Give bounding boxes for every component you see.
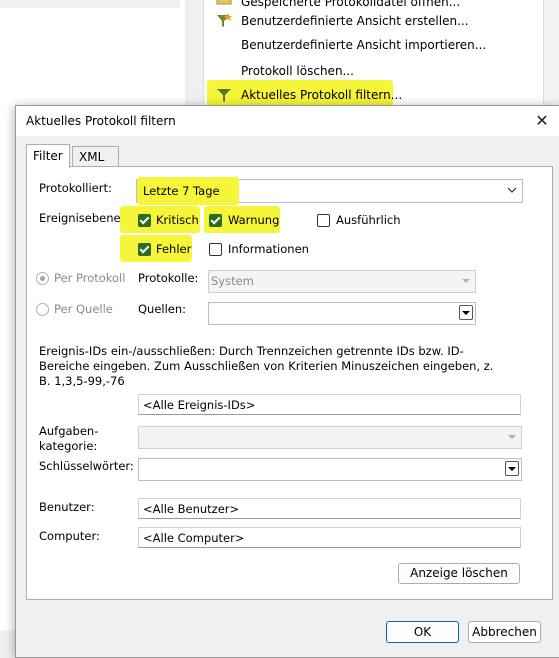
folder-icon bbox=[216, 0, 232, 6]
ausfuehrlich-checkbox[interactable] bbox=[317, 214, 330, 227]
informationen-label: Informationen bbox=[228, 242, 309, 256]
ausfuehrlich-label: Ausführlich bbox=[336, 213, 401, 227]
fehler-label: Fehler bbox=[156, 242, 192, 256]
quellen-dropdown[interactable] bbox=[208, 302, 476, 325]
per-quelle-radio[interactable] bbox=[36, 303, 49, 316]
chevron-down-icon bbox=[506, 184, 518, 199]
schluesselwoerter-dropdown[interactable] bbox=[138, 458, 522, 481]
aufgabenkategorie-dropdown[interactable] bbox=[138, 426, 522, 449]
aufgabenkategorie-label-line2: kategorie: bbox=[39, 439, 98, 453]
tab-filter-label: Filter bbox=[33, 149, 63, 163]
dialog-title: Aktuelles Protokoll filtern bbox=[26, 114, 176, 128]
aufgabenkategorie-label-line1: Aufgaben- bbox=[39, 424, 99, 438]
warnung-label: Warnung bbox=[228, 213, 280, 227]
informationen-checkbox[interactable] bbox=[209, 243, 222, 256]
ok-button[interactable]: OK bbox=[386, 621, 459, 643]
schluesselwoerter-label: Schlüsselwörter: bbox=[39, 459, 134, 473]
filter-star-icon bbox=[216, 13, 232, 29]
dropdown-arrow-icon bbox=[461, 276, 471, 289]
warnung-checkbox[interactable] bbox=[209, 214, 222, 227]
dropdown-arrow-icon bbox=[459, 305, 473, 320]
protokolliert-label: Protokolliert: bbox=[39, 181, 112, 195]
protokolle-label: Protokolle: bbox=[138, 271, 199, 285]
event-id-description: Ereignis-IDs ein-/ausschließen: Durch Tr… bbox=[39, 344, 494, 388]
computer-input[interactable]: <Alle Computer> bbox=[138, 527, 521, 548]
menu-item-clear-log[interactable]: Protokoll löschen... bbox=[241, 61, 354, 81]
per-protokoll-radio[interactable] bbox=[36, 272, 49, 285]
computer-label: Computer: bbox=[39, 529, 100, 543]
menu-item-create-custom-view[interactable]: Benutzerdefinierte Ansicht erstellen... bbox=[241, 11, 469, 31]
menu-item-import-custom-view[interactable]: Benutzerdefinierte Ansicht importieren..… bbox=[241, 35, 486, 55]
dialog-titlebar: Aktuelles Protokoll filtern ✕ bbox=[16, 106, 559, 136]
quellen-label: Quellen: bbox=[138, 302, 187, 316]
tab-xml-label: XML bbox=[79, 150, 105, 164]
event-ids-input[interactable]: <Alle Ereignis-IDs> bbox=[138, 394, 521, 415]
protokolle-value: System bbox=[211, 274, 254, 288]
kritisch-label: Kritisch bbox=[156, 213, 199, 227]
ereignisebene-label: Ereignisebene: bbox=[39, 211, 125, 225]
fehler-checkbox[interactable] bbox=[138, 243, 151, 256]
background-left-header bbox=[0, 0, 180, 8]
protokolliert-value: Letzte 7 Tage bbox=[143, 184, 220, 198]
tab-xml[interactable]: XML bbox=[72, 146, 120, 167]
protokolliert-dropdown[interactable]: Letzte 7 Tage bbox=[136, 177, 523, 205]
per-quelle-label: Per Quelle bbox=[54, 302, 113, 316]
clear-button[interactable]: Anzeige löschen bbox=[398, 563, 520, 584]
filter-dialog: Aktuelles Protokoll filtern ✕ Filter XML… bbox=[15, 105, 559, 658]
close-icon[interactable]: ✕ bbox=[532, 111, 552, 131]
menu-item-filter-current-log[interactable]: Aktuelles Protokoll filtern... bbox=[241, 85, 402, 105]
filter-icon bbox=[216, 87, 232, 103]
dropdown-arrow-icon bbox=[505, 461, 519, 476]
benutzer-label: Benutzer: bbox=[39, 500, 95, 514]
cancel-button[interactable]: Abbrechen bbox=[468, 621, 541, 643]
protokolle-dropdown[interactable]: System bbox=[208, 270, 476, 293]
tab-filter[interactable]: Filter bbox=[26, 144, 70, 168]
kritisch-checkbox[interactable] bbox=[138, 214, 151, 227]
per-protokoll-label: Per Protokoll bbox=[54, 271, 126, 285]
benutzer-input[interactable]: <Alle Benutzer> bbox=[138, 498, 521, 519]
dropdown-arrow-icon bbox=[507, 432, 517, 445]
